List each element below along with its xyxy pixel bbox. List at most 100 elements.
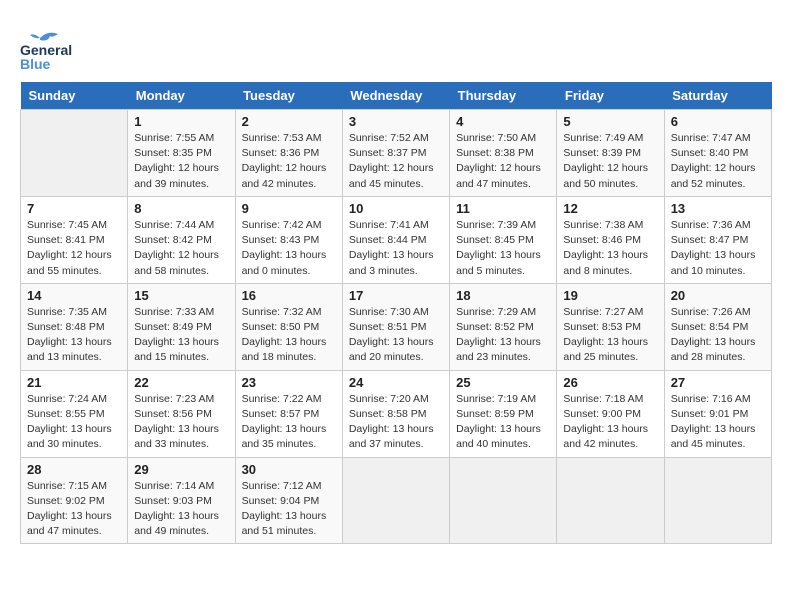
calendar-cell: 3 Sunrise: 7:52 AM Sunset: 8:37 PM Daylig… xyxy=(342,110,449,197)
day-info: Sunrise: 7:30 AM Sunset: 8:51 PM Dayligh… xyxy=(349,305,443,366)
day-info: Sunrise: 7:52 AM Sunset: 8:37 PM Dayligh… xyxy=(349,131,443,192)
day-number: 14 xyxy=(27,288,121,303)
calendar-cell: 6 Sunrise: 7:47 AM Sunset: 8:40 PM Daylig… xyxy=(664,110,771,197)
calendar-cell: 25 Sunrise: 7:19 AM Sunset: 8:59 PM Dayli… xyxy=(450,370,557,457)
calendar-cell: 22 Sunrise: 7:23 AM Sunset: 8:56 PM Dayli… xyxy=(128,370,235,457)
calendar-table: SundayMondayTuesdayWednesdayThursdayFrid… xyxy=(20,82,772,544)
day-info: Sunrise: 7:20 AM Sunset: 8:58 PM Dayligh… xyxy=(349,392,443,453)
day-number: 5 xyxy=(563,114,657,129)
day-info: Sunrise: 7:38 AM Sunset: 8:46 PM Dayligh… xyxy=(563,218,657,279)
weekday-header-sunday: Sunday xyxy=(21,82,128,110)
logo-graphic: General Blue xyxy=(20,20,72,72)
day-number: 24 xyxy=(349,375,443,390)
weekday-header-friday: Friday xyxy=(557,82,664,110)
calendar-cell: 24 Sunrise: 7:20 AM Sunset: 8:58 PM Dayli… xyxy=(342,370,449,457)
day-info: Sunrise: 7:23 AM Sunset: 8:56 PM Dayligh… xyxy=(134,392,228,453)
calendar-cell: 12 Sunrise: 7:38 AM Sunset: 8:46 PM Dayli… xyxy=(557,196,664,283)
calendar-cell: 20 Sunrise: 7:26 AM Sunset: 8:54 PM Dayli… xyxy=(664,283,771,370)
day-number: 9 xyxy=(242,201,336,216)
day-info: Sunrise: 7:18 AM Sunset: 9:00 PM Dayligh… xyxy=(563,392,657,453)
calendar-cell: 1Sunrise: 7:55 AM Sunset: 8:35 PM Daylig… xyxy=(128,110,235,197)
calendar-week-row: 21 Sunrise: 7:24 AM Sunset: 8:55 PM Dayli… xyxy=(21,370,772,457)
day-number: 12 xyxy=(563,201,657,216)
calendar-cell: 2 Sunrise: 7:53 AM Sunset: 8:36 PM Daylig… xyxy=(235,110,342,197)
day-number: 30 xyxy=(242,462,336,477)
day-info: Sunrise: 7:39 AM Sunset: 8:45 PM Dayligh… xyxy=(456,218,550,279)
calendar-cell: 7Sunrise: 7:45 AM Sunset: 8:41 PM Daylig… xyxy=(21,196,128,283)
page-header: General Blue xyxy=(20,20,772,72)
calendar-cell: 21 Sunrise: 7:24 AM Sunset: 8:55 PM Dayli… xyxy=(21,370,128,457)
day-number: 20 xyxy=(671,288,765,303)
calendar-cell: 18Sunrise: 7:29 AM Sunset: 8:52 PM Dayli… xyxy=(450,283,557,370)
day-info: Sunrise: 7:49 AM Sunset: 8:39 PM Dayligh… xyxy=(563,131,657,192)
day-number: 13 xyxy=(671,201,765,216)
day-info: Sunrise: 7:26 AM Sunset: 8:54 PM Dayligh… xyxy=(671,305,765,366)
weekday-header-tuesday: Tuesday xyxy=(235,82,342,110)
day-info: Sunrise: 7:24 AM Sunset: 8:55 PM Dayligh… xyxy=(27,392,121,453)
calendar-cell: 27 Sunrise: 7:16 AM Sunset: 9:01 PM Dayli… xyxy=(664,370,771,457)
day-info: Sunrise: 7:53 AM Sunset: 8:36 PM Dayligh… xyxy=(242,131,336,192)
day-number: 29 xyxy=(134,462,228,477)
calendar-week-row: 7Sunrise: 7:45 AM Sunset: 8:41 PM Daylig… xyxy=(21,196,772,283)
day-number: 3 xyxy=(349,114,443,129)
day-number: 4 xyxy=(456,114,550,129)
day-info: Sunrise: 7:16 AM Sunset: 9:01 PM Dayligh… xyxy=(671,392,765,453)
calendar-cell: 29 Sunrise: 7:14 AM Sunset: 9:03 PM Dayli… xyxy=(128,457,235,544)
day-info: Sunrise: 7:19 AM Sunset: 8:59 PM Dayligh… xyxy=(456,392,550,453)
day-number: 17 xyxy=(349,288,443,303)
day-info: Sunrise: 7:12 AM Sunset: 9:04 PM Dayligh… xyxy=(242,479,336,540)
calendar-week-row: 1Sunrise: 7:55 AM Sunset: 8:35 PM Daylig… xyxy=(21,110,772,197)
calendar-cell: 30 Sunrise: 7:12 AM Sunset: 9:04 PM Dayli… xyxy=(235,457,342,544)
weekday-header-saturday: Saturday xyxy=(664,82,771,110)
day-info: Sunrise: 7:32 AM Sunset: 8:50 PM Dayligh… xyxy=(242,305,336,366)
calendar-week-row: 14 Sunrise: 7:35 AM Sunset: 8:48 PM Dayli… xyxy=(21,283,772,370)
day-info: Sunrise: 7:36 AM Sunset: 8:47 PM Dayligh… xyxy=(671,218,765,279)
day-number: 11 xyxy=(456,201,550,216)
day-number: 18 xyxy=(456,288,550,303)
logo-text-blue: Blue xyxy=(20,56,50,73)
calendar-cell: 19 Sunrise: 7:27 AM Sunset: 8:53 PM Dayli… xyxy=(557,283,664,370)
calendar-cell: 10Sunrise: 7:41 AM Sunset: 8:44 PM Dayli… xyxy=(342,196,449,283)
day-info: Sunrise: 7:22 AM Sunset: 8:57 PM Dayligh… xyxy=(242,392,336,453)
weekday-header-monday: Monday xyxy=(128,82,235,110)
calendar-cell xyxy=(342,457,449,544)
calendar-cell: 4Sunrise: 7:50 AM Sunset: 8:38 PM Daylig… xyxy=(450,110,557,197)
day-number: 2 xyxy=(242,114,336,129)
day-info: Sunrise: 7:55 AM Sunset: 8:35 PM Dayligh… xyxy=(134,131,228,192)
calendar-cell xyxy=(664,457,771,544)
day-number: 26 xyxy=(563,375,657,390)
day-info: Sunrise: 7:27 AM Sunset: 8:53 PM Dayligh… xyxy=(563,305,657,366)
day-info: Sunrise: 7:47 AM Sunset: 8:40 PM Dayligh… xyxy=(671,131,765,192)
calendar-cell: 17 Sunrise: 7:30 AM Sunset: 8:51 PM Dayli… xyxy=(342,283,449,370)
calendar-cell: 11 Sunrise: 7:39 AM Sunset: 8:45 PM Dayli… xyxy=(450,196,557,283)
day-number: 23 xyxy=(242,375,336,390)
day-number: 25 xyxy=(456,375,550,390)
day-info: Sunrise: 7:14 AM Sunset: 9:03 PM Dayligh… xyxy=(134,479,228,540)
logo: General Blue xyxy=(20,20,72,72)
calendar-cell: 23 Sunrise: 7:22 AM Sunset: 8:57 PM Dayli… xyxy=(235,370,342,457)
day-number: 6 xyxy=(671,114,765,129)
calendar-header: SundayMondayTuesdayWednesdayThursdayFrid… xyxy=(21,82,772,110)
calendar-cell: 26 Sunrise: 7:18 AM Sunset: 9:00 PM Dayli… xyxy=(557,370,664,457)
day-info: Sunrise: 7:15 AM Sunset: 9:02 PM Dayligh… xyxy=(27,479,121,540)
calendar-cell: 8Sunrise: 7:44 AM Sunset: 8:42 PM Daylig… xyxy=(128,196,235,283)
day-number: 16 xyxy=(242,288,336,303)
day-info: Sunrise: 7:45 AM Sunset: 8:41 PM Dayligh… xyxy=(27,218,121,279)
calendar-cell: 13 Sunrise: 7:36 AM Sunset: 8:47 PM Dayli… xyxy=(664,196,771,283)
calendar-cell xyxy=(557,457,664,544)
day-number: 27 xyxy=(671,375,765,390)
calendar-cell: 14 Sunrise: 7:35 AM Sunset: 8:48 PM Dayli… xyxy=(21,283,128,370)
day-info: Sunrise: 7:44 AM Sunset: 8:42 PM Dayligh… xyxy=(134,218,228,279)
calendar-week-row: 28Sunrise: 7:15 AM Sunset: 9:02 PM Dayli… xyxy=(21,457,772,544)
day-number: 10 xyxy=(349,201,443,216)
day-number: 15 xyxy=(134,288,228,303)
calendar-body: 1Sunrise: 7:55 AM Sunset: 8:35 PM Daylig… xyxy=(21,110,772,544)
day-info: Sunrise: 7:35 AM Sunset: 8:48 PM Dayligh… xyxy=(27,305,121,366)
day-number: 21 xyxy=(27,375,121,390)
day-number: 19 xyxy=(563,288,657,303)
calendar-cell: 15Sunrise: 7:33 AM Sunset: 8:49 PM Dayli… xyxy=(128,283,235,370)
calendar-cell: 5 Sunrise: 7:49 AM Sunset: 8:39 PM Daylig… xyxy=(557,110,664,197)
calendar-cell xyxy=(450,457,557,544)
day-number: 22 xyxy=(134,375,228,390)
calendar-cell xyxy=(21,110,128,197)
